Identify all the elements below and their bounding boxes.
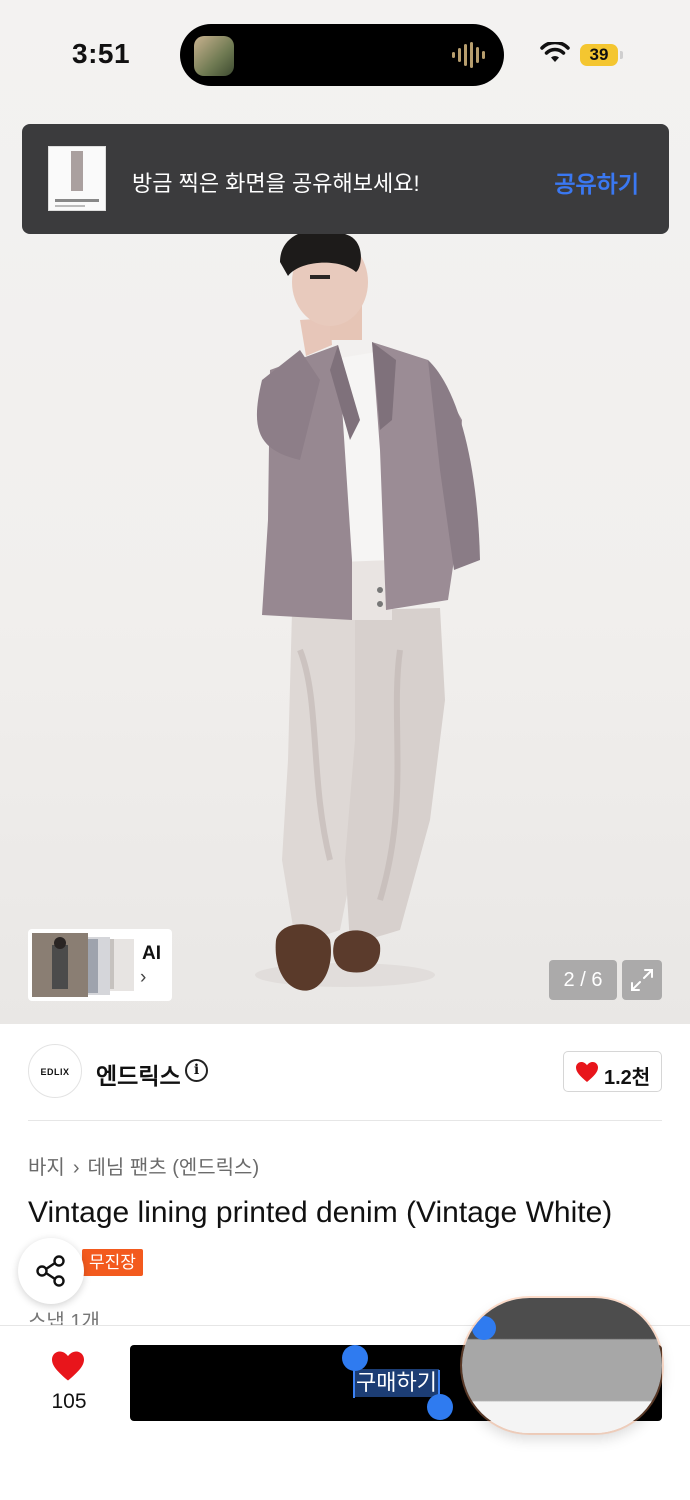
- share-icon: [36, 1255, 65, 1287]
- section-divider: [28, 1120, 662, 1121]
- store-badge: 무진장: [82, 1249, 143, 1276]
- product-title: Vintage lining printed denim (Vintage Wh…: [28, 1196, 613, 1229]
- expand-arrows-icon: [631, 969, 653, 991]
- image-counter: 2 / 6: [549, 960, 617, 1000]
- ai-label: AI: [142, 943, 161, 964]
- wifi-icon: [540, 42, 570, 62]
- toast-share-button[interactable]: 공유하기: [554, 165, 639, 199]
- breadcrumb-separator: ›: [72, 1157, 80, 1179]
- brand-like-button[interactable]: 1.2천: [563, 1051, 662, 1092]
- expand-button[interactable]: [622, 960, 662, 1000]
- selection-start-handle[interactable]: [342, 1345, 368, 1371]
- buy-button-label[interactable]: 구매하기: [354, 1369, 439, 1397]
- toast-message: 방금 찍은 화면을 공유해보세요!: [132, 171, 420, 196]
- screenshot-share-toast[interactable]: 방금 찍은 화면을 공유해보세요! 공유하기: [22, 124, 669, 234]
- screenshot-thumbnail[interactable]: [48, 146, 106, 211]
- brand-like-count: 1.2천: [604, 1067, 651, 1089]
- heart-icon: [576, 1062, 598, 1082]
- breadcrumb-item-subcategory[interactable]: 데님 팬츠 (엔드릭스): [87, 1151, 259, 1180]
- brand-logo[interactable]: EDLIX: [28, 1044, 82, 1098]
- chevron-right-icon: ›: [140, 967, 147, 988]
- heart-icon[interactable]: [50, 1350, 86, 1382]
- now-playing-artwork: [194, 36, 234, 76]
- ai-styling-chip[interactable]: AI ›: [28, 929, 172, 1001]
- product-image-gallery[interactable]: 3:51 39 방금 찍은 화면을 공유해보세요! 공유하기 AI › 2 / …: [0, 0, 690, 1024]
- status-time: 3:51: [72, 38, 131, 69]
- selection-end-handle[interactable]: [427, 1394, 453, 1420]
- breadcrumb: 바지 › 데님 팬츠 (엔드릭스): [28, 1151, 259, 1180]
- dynamic-island[interactable]: [180, 24, 504, 86]
- breadcrumb-item-category[interactable]: 바지: [28, 1151, 65, 1180]
- info-icon[interactable]: i: [185, 1059, 208, 1082]
- magnified-selection-handle: [472, 1316, 496, 1340]
- share-button[interactable]: [18, 1238, 84, 1304]
- product-like-count: 105: [51, 1390, 87, 1413]
- text-magnifier-loupe: [462, 1298, 662, 1433]
- battery-indicator: 39: [580, 44, 623, 66]
- screenshot-preview-image: [55, 151, 99, 207]
- ai-thumbnail-images: [32, 933, 134, 997]
- audio-waveform-icon: [452, 42, 485, 68]
- brand-name[interactable]: 엔드릭스: [96, 1057, 181, 1091]
